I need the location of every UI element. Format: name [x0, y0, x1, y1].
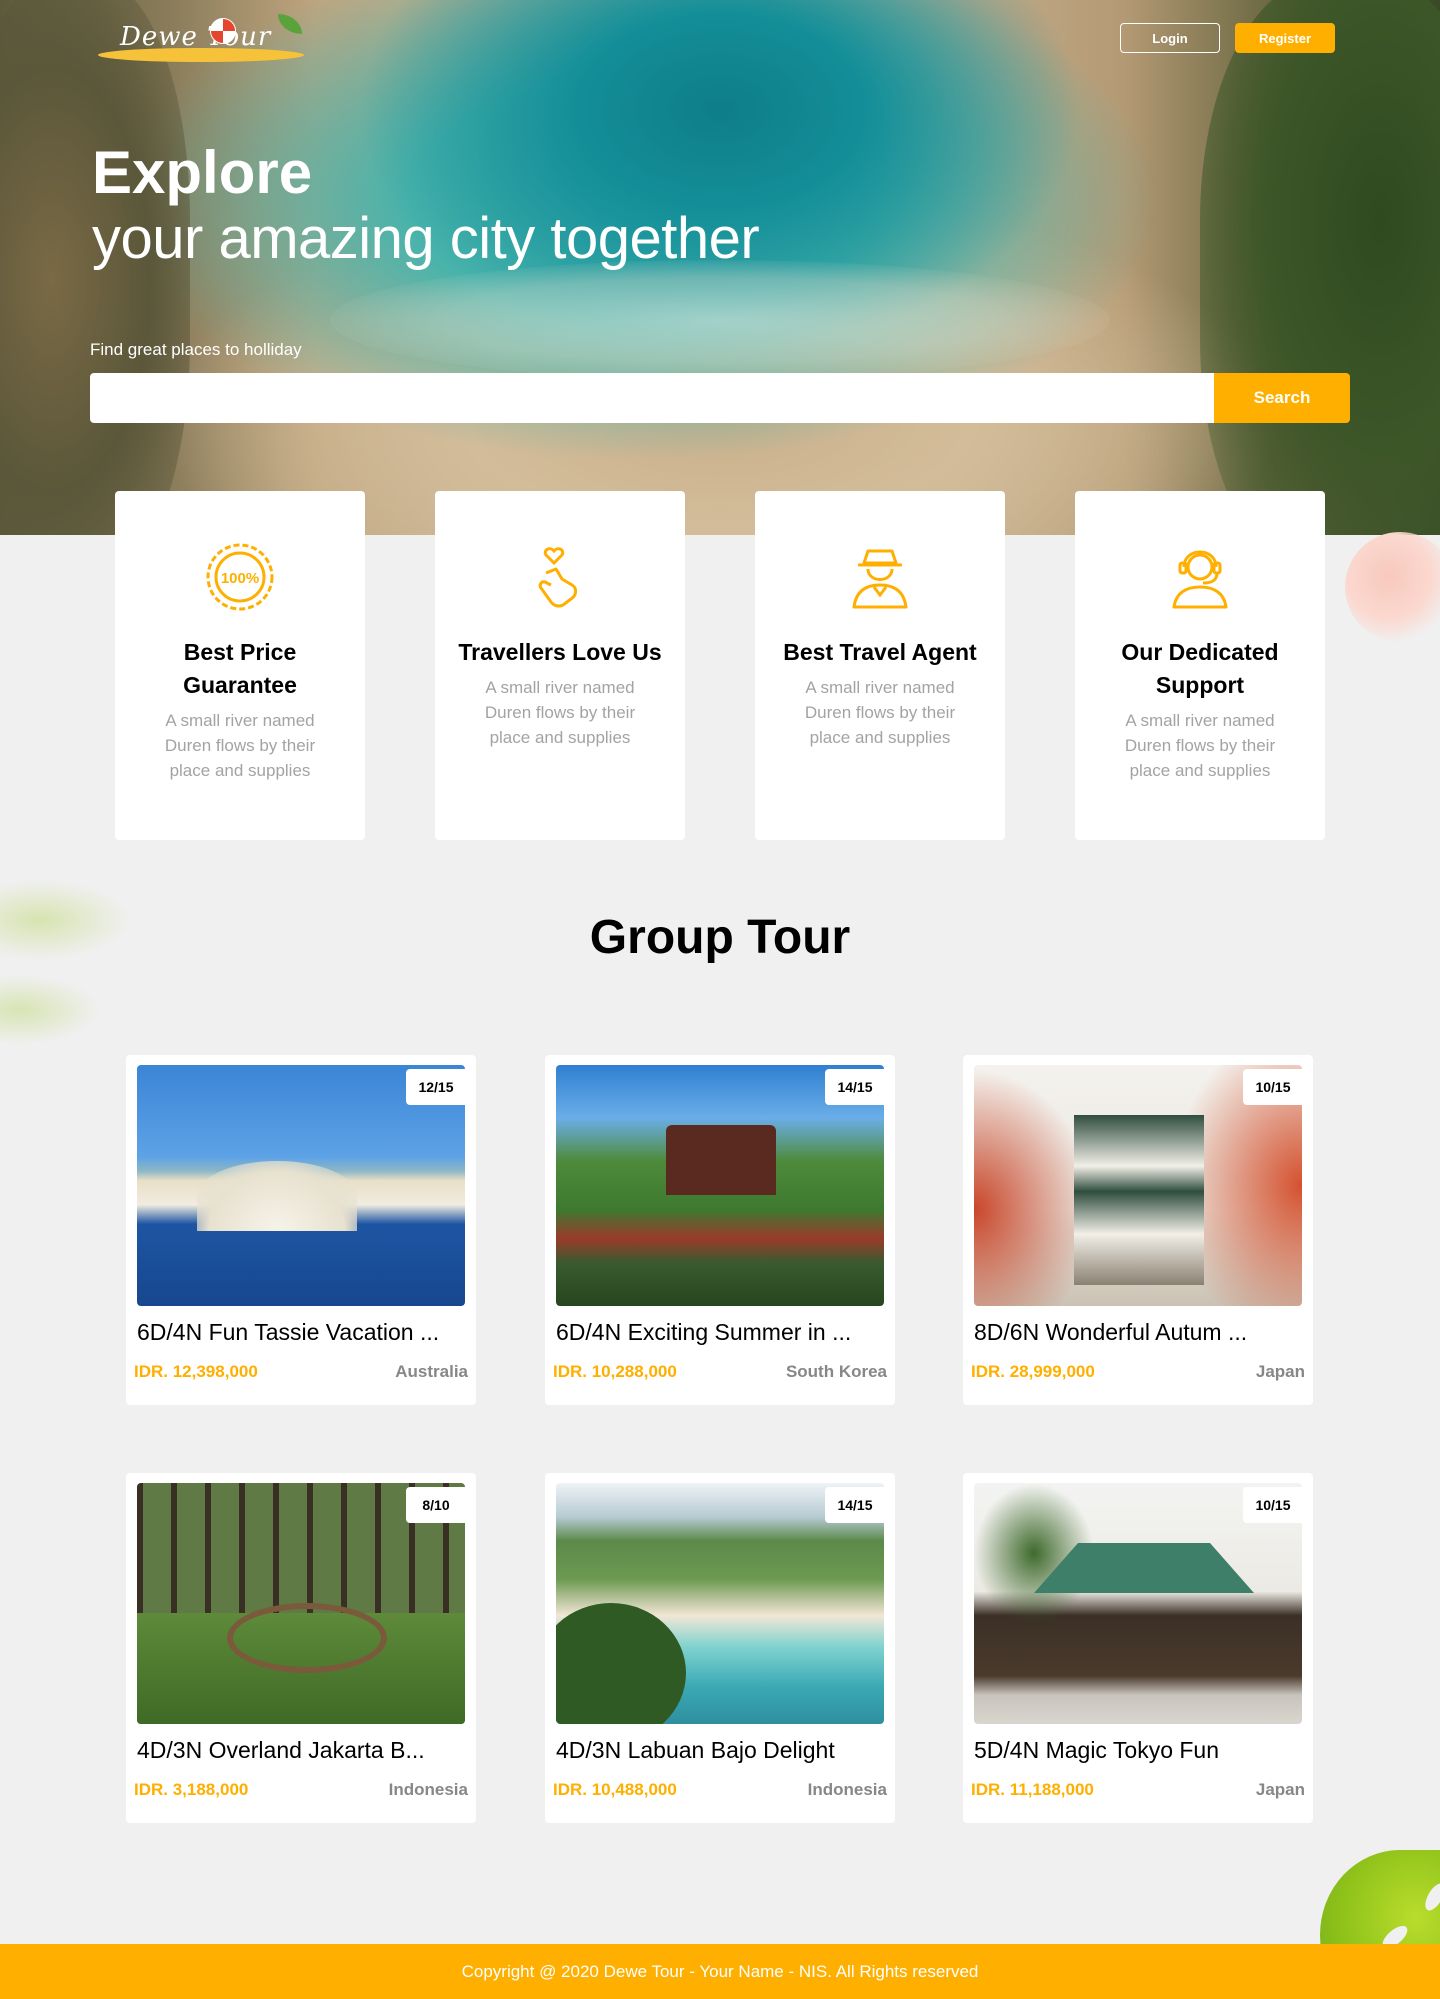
beach-ball-icon: [210, 18, 236, 44]
tour-country: Indonesia: [388, 1780, 468, 1799]
quota-badge: 14/15: [825, 1069, 885, 1105]
feature-title: Best Price Guarantee: [183, 639, 297, 698]
feature-title: Best Travel Agent: [783, 639, 977, 665]
tour-name[interactable]: 8D/6N Wonderful Autum ...: [974, 1319, 1304, 1346]
palm-leaf-decoration: [0, 860, 140, 1090]
logo-text: Dewe Tour: [120, 22, 272, 52]
feature-description: A small river named Duren flows by their…: [164, 711, 316, 780]
tour-card[interactable]: 10/15 8D/6N Wonderful Autum ... IDR. 28,…: [963, 1055, 1313, 1405]
hero-title: Explore: [92, 139, 313, 206]
agent-icon: [844, 549, 916, 617]
guarantee-100-icon: 100%: [204, 543, 276, 617]
feature-card-travellers-love: Travellers Love Us A small river named D…: [435, 491, 685, 840]
tour-card[interactable]: 14/15 6D/4N Exciting Summer in ... IDR. …: [545, 1055, 895, 1405]
tour-card[interactable]: 10/15 5D/4N Magic Tokyo Fun IDR. 11,188,…: [963, 1473, 1313, 1823]
feature-description: A small river named Duren flows by their…: [804, 678, 956, 747]
quota-badge: 14/15: [825, 1487, 885, 1523]
section-title-group-tour: Group Tour: [589, 911, 851, 964]
search-button[interactable]: Search: [1214, 373, 1350, 423]
hero-subtitle: your amazing city together: [92, 206, 760, 271]
tour-price: IDR. 12,398,000: [134, 1362, 258, 1381]
hibiscus-decoration: [1345, 532, 1440, 642]
logo[interactable]: Dewe Tour: [92, 8, 318, 64]
search-input[interactable]: [90, 373, 1214, 423]
support-headset-icon: [1164, 550, 1236, 617]
tour-price: IDR. 10,488,000: [553, 1780, 677, 1799]
quota-badge: 8/10: [406, 1487, 466, 1523]
leaf-icon: [278, 14, 302, 34]
quota-badge: 10/15: [1243, 1069, 1303, 1105]
register-button[interactable]: Register: [1235, 23, 1335, 53]
tour-price: IDR. 3,188,000: [134, 1780, 249, 1799]
svg-text:100%: 100%: [221, 570, 259, 587]
tour-country: Japan: [1255, 1362, 1305, 1381]
copyright-text: Copyright @ 2020 Dewe Tour - Your Name -…: [461, 1961, 979, 1981]
tour-price: IDR. 11,188,000: [971, 1780, 1094, 1799]
tour-country: South Korea: [785, 1362, 887, 1381]
tour-country: Japan: [1255, 1780, 1305, 1799]
feature-card-best-price: 100% Best Price Guarantee A small river …: [115, 491, 365, 840]
heart-hand-icon: [524, 547, 596, 617]
hero-cliff-right: [1200, 0, 1440, 535]
feature-title: Our Dedicated Support: [1121, 639, 1279, 698]
footer: Copyright @ 2020 Dewe Tour - Your Name -…: [0, 1944, 1440, 1999]
tour-price: IDR. 10,288,000: [553, 1362, 677, 1381]
tour-card[interactable]: 8/10 4D/3N Overland Jakarta B... IDR. 3,…: [126, 1473, 476, 1823]
feature-description: A small river named Duren flows by their…: [484, 678, 636, 747]
tour-price: IDR. 28,999,000: [971, 1362, 1095, 1381]
tour-name[interactable]: 5D/4N Magic Tokyo Fun: [974, 1737, 1304, 1764]
tour-card[interactable]: 14/15 4D/3N Labuan Bajo Delight IDR. 10,…: [545, 1473, 895, 1823]
login-button[interactable]: Login: [1120, 23, 1220, 53]
quota-badge: 12/15: [406, 1069, 466, 1105]
tour-country: Indonesia: [807, 1780, 887, 1799]
tour-name[interactable]: 4D/3N Overland Jakarta B...: [137, 1737, 467, 1764]
search-label: Find great places to holliday: [90, 340, 302, 359]
feature-card-best-agent: Best Travel Agent A small river named Du…: [755, 491, 1005, 840]
tour-country: Australia: [395, 1362, 468, 1381]
tour-card[interactable]: 12/15 6D/4N Fun Tassie Vacation ... IDR.…: [126, 1055, 476, 1405]
tour-name[interactable]: 6D/4N Exciting Summer in ...: [556, 1319, 886, 1346]
tour-name[interactable]: 4D/3N Labuan Bajo Delight: [556, 1737, 886, 1764]
feature-title: Travellers Love Us: [458, 639, 662, 665]
hero-surf: [330, 260, 1110, 380]
quota-badge: 10/15: [1243, 1487, 1303, 1523]
feature-description: A small river named Duren flows by their…: [1124, 711, 1276, 780]
tour-name[interactable]: 6D/4N Fun Tassie Vacation ...: [137, 1319, 467, 1346]
feature-card-dedicated-support: Our Dedicated Support A small river name…: [1075, 491, 1325, 840]
